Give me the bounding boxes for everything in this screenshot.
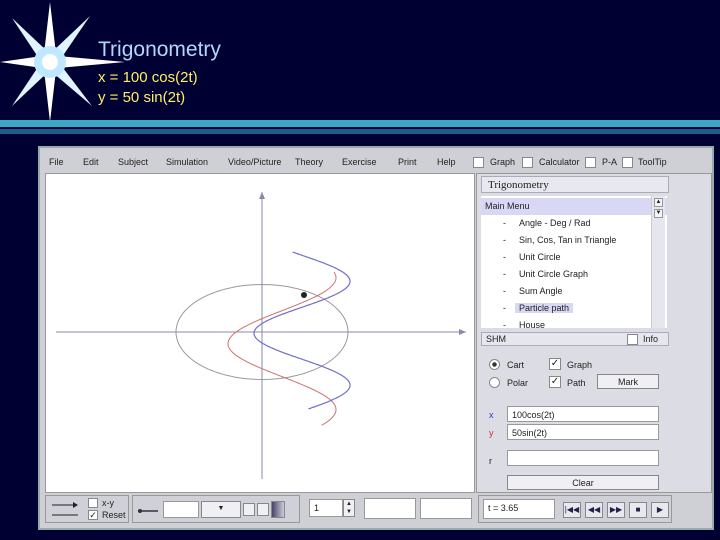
section-header: SHM xyxy=(481,332,669,346)
color-swatch-1[interactable] xyxy=(243,503,255,516)
path-label: Path xyxy=(567,378,586,388)
slide-title: Trigonometry xyxy=(98,38,221,61)
scroll-up-icon[interactable]: ▲ xyxy=(654,198,663,207)
color-gradient-button[interactable] xyxy=(271,501,285,518)
particle-marker[interactable] xyxy=(301,292,307,298)
calculator-check-label: Calculator xyxy=(539,157,580,167)
xy-checkbox[interactable] xyxy=(88,498,98,508)
clear-button[interactable]: Clear xyxy=(507,475,659,490)
style-field[interactable] xyxy=(163,501,199,518)
time-readout: t = 3.65 xyxy=(483,499,555,519)
list-header[interactable]: Main Menu xyxy=(481,198,667,215)
menu-help[interactable]: Help xyxy=(437,157,456,167)
graph-canvas[interactable] xyxy=(45,173,475,493)
equation-y: y = 50 sin(2t) xyxy=(98,89,186,106)
polar-label: Polar xyxy=(507,378,529,388)
list-item[interactable]: - House xyxy=(481,317,667,328)
menu-edit[interactable]: Edit xyxy=(83,157,99,167)
equation-x: x = 100 cos(2t) xyxy=(98,69,198,86)
tooltip-checkbox[interactable] xyxy=(622,157,633,168)
y-expression-field[interactable]: 50sin(2t) xyxy=(507,424,659,440)
panel-title: Trigonometry xyxy=(481,176,669,193)
color-swatch-2[interactable] xyxy=(257,503,269,516)
axis-arrows-icon xyxy=(52,502,78,516)
y-axis-arrow-icon xyxy=(259,192,265,199)
path-checkbox[interactable]: ✓ xyxy=(549,376,561,388)
menu-file[interactable]: File xyxy=(49,157,64,167)
x-field-label: x xyxy=(489,410,494,420)
reset-checkbox[interactable]: ✓ xyxy=(88,510,98,520)
title-divider xyxy=(0,120,720,127)
graph-check-label: Graph xyxy=(490,157,516,167)
step-forward-icon[interactable]: ▶▶ xyxy=(607,502,625,518)
x-axis-arrow-icon xyxy=(459,329,466,335)
blank-field-2 xyxy=(420,498,472,519)
topic-list: Main Menu - Angle - Deg / Rad - Sin, Cos, … xyxy=(481,196,667,328)
blank-field-1 xyxy=(364,498,416,519)
play-icon[interactable]: ▶ xyxy=(651,502,669,518)
xy-label: x-y xyxy=(102,498,114,508)
list-item[interactable]: - Unit Circle Graph xyxy=(481,266,667,283)
display-options-panel: ▼ xyxy=(132,495,300,523)
style-dropdown[interactable]: ▼ xyxy=(201,501,241,518)
cart-radio[interactable] xyxy=(489,359,500,370)
r-expression-field[interactable] xyxy=(507,450,659,466)
list-item-selected[interactable]: - Particle path xyxy=(481,300,667,317)
graph-option-checkbox[interactable]: ✓ xyxy=(549,358,561,370)
step-back-icon[interactable]: ◀◀ xyxy=(585,502,603,518)
menu-video-picture[interactable]: Video/Picture xyxy=(228,157,281,167)
bottom-toolbar: x-y ✓ Reset ▼ 1 ▲ ▼ t = 3.65 |◀◀ ◀◀ ▶▶ ■ … xyxy=(45,495,712,527)
menu-simulation[interactable]: Simulation xyxy=(166,157,208,167)
stop-icon[interactable]: ■ xyxy=(629,502,647,518)
axis-options-panel: x-y ✓ Reset xyxy=(45,495,129,523)
line-style-icon[interactable] xyxy=(135,496,161,522)
y-field-label: y xyxy=(489,428,494,438)
tooltip-check-label: ToolTip xyxy=(638,157,667,167)
pa-check-label: P-A xyxy=(602,157,618,167)
menu-subject[interactable]: Subject xyxy=(118,157,148,167)
cart-label: Cart xyxy=(507,360,525,370)
step-field[interactable]: 1 xyxy=(309,499,343,517)
control-panel: Trigonometry Main Menu - Angle - Deg / Ra… xyxy=(476,173,712,493)
info-label: Info xyxy=(643,334,659,344)
step-spinner[interactable]: ▲ ▼ xyxy=(343,499,355,517)
menu-exercise[interactable]: Exercise xyxy=(342,157,377,167)
list-scrollbar[interactable]: ▲ ▼ xyxy=(651,196,665,328)
graph-checkbox[interactable] xyxy=(473,157,484,168)
scroll-down-icon[interactable]: ▼ xyxy=(654,209,663,218)
list-item[interactable]: - Angle - Deg / Rad xyxy=(481,215,667,232)
plot-area xyxy=(56,192,466,479)
pa-checkbox[interactable] xyxy=(585,157,596,168)
x-trace-curve xyxy=(227,271,337,426)
menu-theory[interactable]: Theory xyxy=(295,157,323,167)
list-item[interactable]: - Sum Angle xyxy=(481,283,667,300)
menu-print[interactable]: Print xyxy=(398,157,417,167)
playback-panel: t = 3.65 |◀◀ ◀◀ ▶▶ ■ ▶ xyxy=(478,495,672,523)
title-divider-secondary xyxy=(0,129,720,134)
simulation-window: File Edit Subject Simulation Video/Pictu… xyxy=(38,146,714,530)
r-field-label: r xyxy=(489,456,492,466)
list-item[interactable]: - Sin, Cos, Tan in Triangle xyxy=(481,232,667,249)
list-item[interactable]: - Unit Circle xyxy=(481,249,667,266)
reset-label: Reset xyxy=(102,510,126,520)
info-checkbox[interactable] xyxy=(627,334,638,345)
polar-radio[interactable] xyxy=(489,377,500,388)
menu-bar: File Edit Subject Simulation Video/Pictu… xyxy=(40,154,712,170)
mark-button[interactable]: Mark xyxy=(597,374,659,389)
calculator-checkbox[interactable] xyxy=(522,157,533,168)
graph-option-label: Graph xyxy=(567,360,593,370)
rewind-start-icon[interactable]: |◀◀ xyxy=(563,502,581,518)
x-expression-field[interactable]: 100cos(2t) xyxy=(507,406,659,422)
